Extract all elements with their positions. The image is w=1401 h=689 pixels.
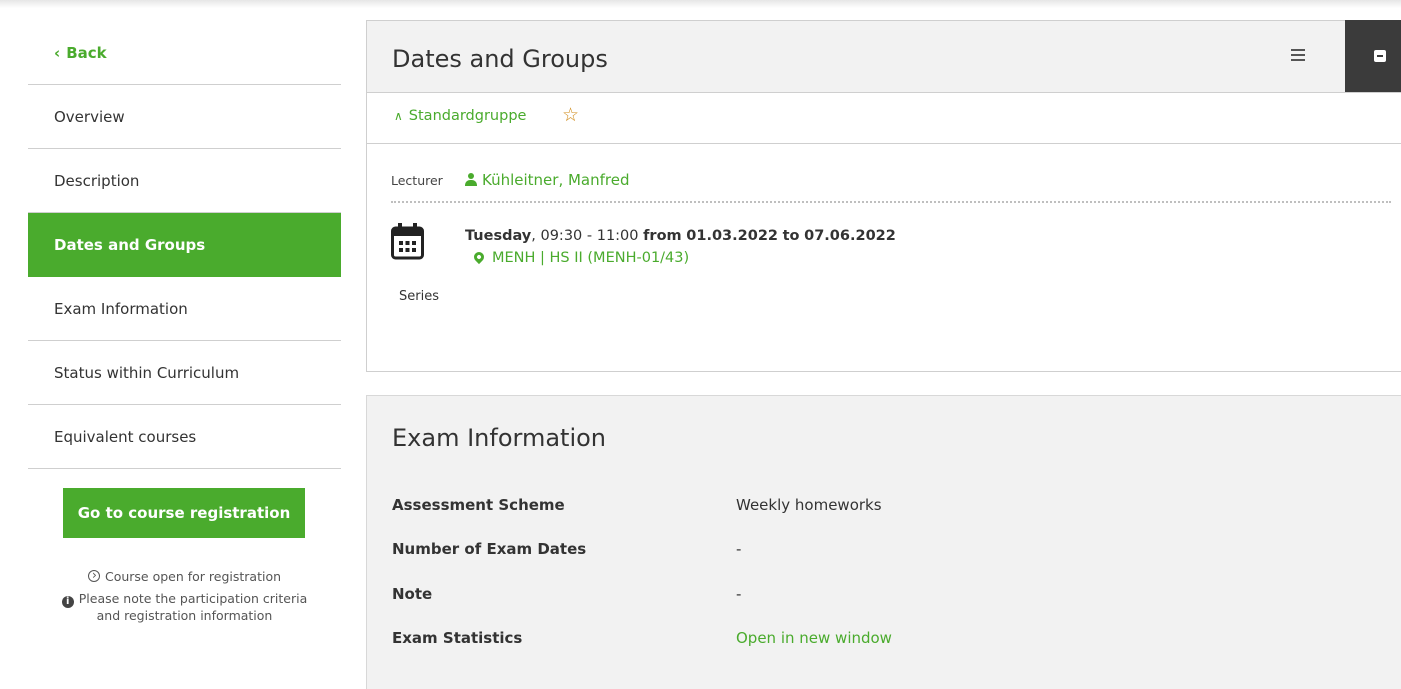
appointment-hours: , 09:30 - 11:00 [531,228,639,244]
person-icon [465,173,477,186]
exam-row-label: Exam Statistics [392,629,523,647]
registration-open-text: Course open for registration [104,569,282,584]
info-icon: i [61,596,74,608]
group-row: ∧ Standardgruppe ☆ [367,93,1401,144]
collapse-panel-button[interactable] [1345,20,1401,92]
page-title: Dates and Groups [392,45,608,73]
arrow-circle-right-icon [87,567,100,583]
exam-statistics-link[interactable]: Open in new window [736,629,892,647]
calendar-icon [391,223,424,260]
lecturer-link[interactable]: Kühleitner, Manfred [465,171,630,189]
chevron-left-icon: ‹ [54,44,61,62]
group-toggle-link[interactable]: ∧ Standardgruppe [394,108,526,124]
registration-criteria-text-line2: and registration information [96,608,273,623]
list-view-icon[interactable] [1291,49,1305,61]
top-shadow [0,0,1401,8]
series-label: Series [399,289,439,304]
exam-row-value: - [736,585,742,603]
appointment-day: Tuesday [465,228,532,244]
exam-row-label: Number of Exam Dates [392,540,587,558]
course-registration-button[interactable]: Go to course registration [63,488,305,538]
section-title: Exam Information [392,424,607,452]
exam-row-value: Weekly homeworks [736,496,882,514]
star-icon[interactable]: ☆ [562,106,579,125]
start-date: 01.03.2022 [686,228,778,244]
back-link[interactable]: ‹ Back [28,22,341,85]
registration-note: Course open for registration i Please not… [28,567,341,624]
registration-criteria-text: Please note the participation criteria [78,591,308,606]
location-link[interactable]: MENH | HS II (MENH-01/43) [471,249,689,266]
exam-row-label: Note [392,585,433,603]
from-label: from [643,228,682,244]
exam-information-panel: Exam Information Assessment Scheme Weekl… [366,395,1401,689]
appointment-time: Tuesday, 09:30 - 11:00 from 01.03.2022 t… [465,228,896,244]
dates-and-groups-panel: Dates and Groups ∧ Standardgruppe ☆ Lectu… [366,20,1401,372]
sidebar-item-exam-information[interactable]: Exam Information [28,277,341,341]
sidebar-item-description[interactable]: Description [28,149,341,213]
sidebar-item-equivalent-courses[interactable]: Equivalent courses [28,405,341,469]
lecturer-label: Lecturer [391,173,443,188]
sidebar-item-overview[interactable]: Overview [28,85,341,149]
sidebar-item-status-within-curriculum[interactable]: Status within Curriculum [28,341,341,405]
panel-header: Dates and Groups [367,20,1401,93]
exam-row-label: Assessment Scheme [392,496,565,514]
to-label: to [782,228,800,244]
sidebar-nav: ‹ Back Overview Description Dates and Gro… [28,22,341,469]
sidebar-item-dates-and-groups[interactable]: Dates and Groups [28,213,341,277]
end-date: 07.06.2022 [804,228,896,244]
dotted-divider [391,201,1391,203]
chevron-up-icon: ∧ [394,109,403,123]
exam-row-value: - [736,540,742,558]
map-pin-icon [471,249,487,265]
